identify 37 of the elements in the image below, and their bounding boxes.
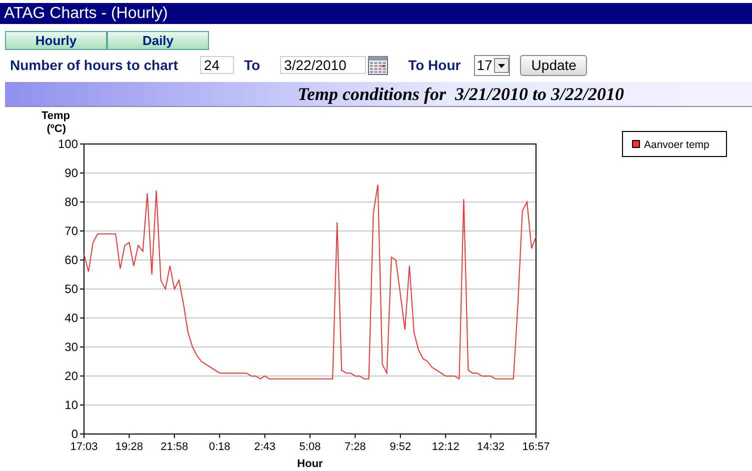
- tab[interactable]: Daily: [107, 31, 209, 50]
- y-tick-label: 30: [64, 340, 78, 354]
- x-tick-label: 21:58: [160, 441, 188, 453]
- chart-title: Temp conditions for 3/21/2010 to 3/22/2010: [298, 84, 624, 104]
- hours-input[interactable]: 24: [200, 56, 234, 74]
- to-label: To: [244, 57, 260, 73]
- y-tick-label: 70: [64, 224, 78, 238]
- x-tick-label: 19:28: [115, 441, 143, 453]
- hours-label: Number of hours to chart: [10, 57, 178, 73]
- x-tick-label: 16:57: [522, 441, 550, 453]
- date-input[interactable]: 3/22/2010: [280, 56, 366, 74]
- y-tick-label: 100: [58, 137, 78, 151]
- y-tick-label: 0: [71, 427, 78, 441]
- x-tick-label: 0:18: [208, 441, 230, 453]
- y-tick-label: 90: [64, 166, 78, 180]
- x-axis-title: Hour: [297, 458, 323, 470]
- x-tick-label: 9:52: [390, 441, 412, 453]
- y-tick-label: 50: [64, 282, 78, 296]
- window-title: ATAG Charts - (Hourly): [0, 3, 752, 24]
- y-tick-label: 10: [64, 398, 78, 412]
- x-tick-label: 14:32: [477, 441, 505, 453]
- tab[interactable]: Hourly: [5, 31, 107, 50]
- y-axis-title: Temp (ºC): [41, 110, 70, 135]
- calendar-icon[interactable]: [368, 56, 388, 74]
- y-tick-label: 60: [64, 253, 78, 267]
- to-hour-label: To Hour: [408, 57, 461, 73]
- update-button[interactable]: Update: [520, 54, 588, 76]
- x-tick-label: 12:12: [432, 441, 460, 453]
- hour-dropdown[interactable]: 17: [474, 54, 510, 76]
- x-tick-label: 5:08: [299, 441, 321, 453]
- legend-label: Aanvoer temp: [644, 139, 710, 151]
- y-tick-label: 40: [64, 311, 78, 325]
- y-tick-label: 80: [64, 195, 78, 209]
- x-tick-label: 17:03: [70, 441, 98, 453]
- y-tick-label: 20: [64, 369, 78, 383]
- x-tick-label: 2:43: [254, 441, 276, 453]
- x-tick-label: 7:28: [344, 441, 366, 453]
